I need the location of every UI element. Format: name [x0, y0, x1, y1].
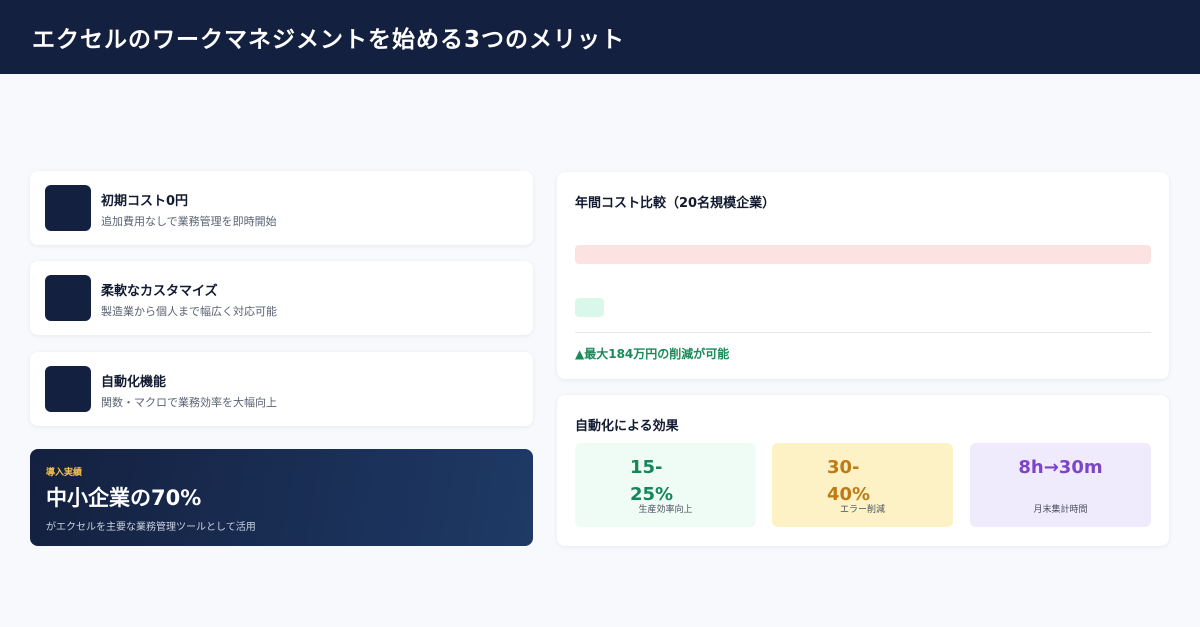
feature-description: 関数・マクロで業務効率を大幅向上: [101, 396, 277, 409]
effect-box-closing-time: 8h→30m 月末集計時間: [970, 443, 1151, 527]
feature-description: 製造業から個人まで幅広く対応可能: [101, 305, 277, 318]
feature-icon: [45, 275, 91, 321]
feature-card-automation: 自動化機能 関数・マクロで業務効率を大幅向上: [30, 352, 533, 426]
effect-box-productivity: 15-25% 生産効率向上: [575, 443, 756, 527]
effect-value: 15-25%: [630, 457, 674, 505]
effect-label: 生産効率向上: [638, 505, 693, 515]
effect-label: エラー削減: [839, 505, 885, 515]
effect-label: 月末集計時間: [1033, 505, 1088, 515]
feature-icon: [45, 366, 91, 412]
automation-effects-card: 自動化による効果 15-25% 生産効率向上 30-40% エラー削減 8h→3…: [557, 395, 1169, 546]
page-header: エクセルのワークマネジメントを始める3つのメリット: [0, 0, 1200, 74]
divider: [575, 332, 1151, 333]
effect-box-error-reduction: 30-40% エラー削減: [772, 443, 953, 527]
feature-icon: [45, 185, 91, 231]
feature-card-initial-cost: 初期コスト0円 追加費用なしで業務管理を即時開始: [30, 171, 533, 245]
stat-description: がエクセルを主要な業務管理ツールとして活用: [46, 522, 256, 533]
saving-note: ▲最大184万円の削減が可能: [575, 347, 730, 361]
feature-card-customize: 柔軟なカスタマイズ 製造業から個人まで幅広く対応可能: [30, 261, 533, 335]
feature-title: 柔軟なカスタマイズ: [101, 284, 218, 299]
feature-title: 初期コスト0円: [101, 194, 189, 209]
feature-title: 自動化機能: [101, 375, 167, 390]
adoption-stat-banner: 導入実績 中小企業の70% がエクセルを主要な業務管理ツールとして活用: [30, 449, 533, 546]
cost-comparison-card: 年間コスト比較（20名規模企業） ▲最大184万円の削減が可能: [557, 172, 1169, 379]
effect-value: 30-40%: [827, 457, 871, 505]
automation-effects-title: 自動化による効果: [575, 419, 679, 434]
cost-comparison-title: 年間コスト比較（20名規模企業）: [575, 196, 776, 211]
cost-bar-excel: [575, 298, 604, 317]
stat-eyebrow: 導入実績: [46, 468, 83, 478]
page-title: エクセルのワークマネジメントを始める3つのメリット: [32, 27, 626, 53]
cost-bar-current: [575, 245, 1151, 264]
stat-value: 中小企業の70%: [46, 486, 202, 510]
effect-value: 8h→30m: [1018, 457, 1103, 478]
feature-description: 追加費用なしで業務管理を即時開始: [101, 215, 277, 228]
